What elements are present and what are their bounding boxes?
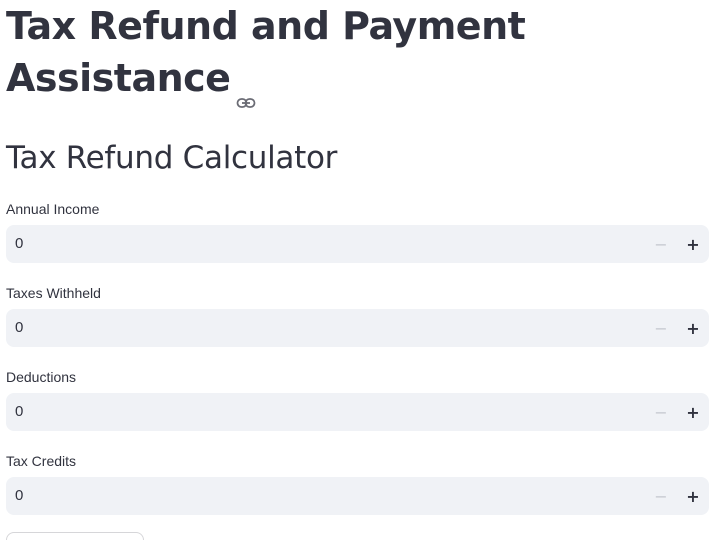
deductions-increment-button[interactable]: +: [677, 393, 709, 431]
annual-income-increment-button[interactable]: +: [677, 225, 709, 263]
page-title: Tax Refund and Payment Assistance: [6, 0, 566, 108]
taxes-withheld-decrement-button[interactable]: −: [645, 309, 677, 347]
annual-income-input[interactable]: 0 − +: [6, 225, 709, 263]
annual-income-decrement-button[interactable]: −: [645, 225, 677, 263]
deductions-value[interactable]: 0: [15, 393, 23, 431]
section-heading: Tax Refund Calculator: [6, 140, 338, 176]
page-title-text: Tax Refund and Payment Assistance: [6, 4, 526, 100]
annual-income-label: Annual Income: [6, 201, 100, 217]
deductions-input[interactable]: 0 − +: [6, 393, 709, 431]
calculate-button[interactable]: [6, 532, 144, 540]
tax-credits-increment-button[interactable]: +: [677, 477, 709, 515]
tax-credits-label: Tax Credits: [6, 453, 77, 469]
taxes-withheld-increment-button[interactable]: +: [677, 309, 709, 347]
taxes-withheld-value[interactable]: 0: [15, 309, 23, 347]
taxes-withheld-label: Taxes Withheld: [6, 285, 101, 301]
tax-credits-value[interactable]: 0: [15, 477, 23, 515]
tax-credits-decrement-button[interactable]: −: [645, 477, 677, 515]
taxes-withheld-input[interactable]: 0 − +: [6, 309, 709, 347]
tax-credits-input[interactable]: 0 − +: [6, 477, 709, 515]
link-icon[interactable]: [236, 71, 256, 108]
annual-income-value[interactable]: 0: [15, 225, 23, 263]
deductions-decrement-button[interactable]: −: [645, 393, 677, 431]
page: Tax Refund and Payment Assistance Tax Re…: [0, 0, 719, 540]
deductions-label: Deductions: [6, 369, 77, 385]
